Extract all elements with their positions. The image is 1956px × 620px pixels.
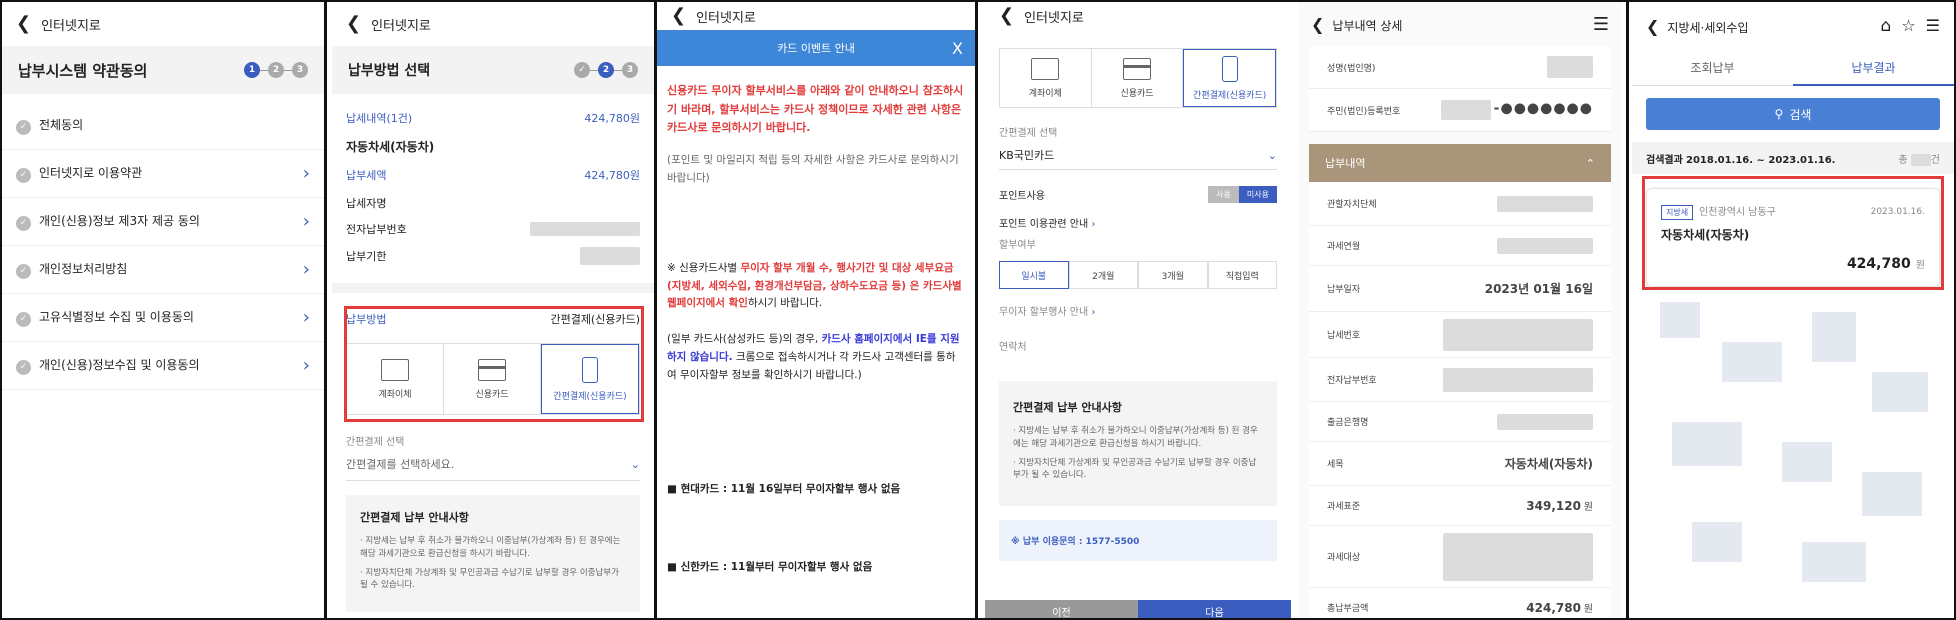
back-icon[interactable]: ❮ [16,15,31,33]
install-option[interactable]: 3개월 [1138,261,1208,289]
menu-icon[interactable]: ☰ [1926,16,1940,35]
page-title: 납부시스템 약관동의 [18,61,148,80]
tab-inquiry[interactable]: 조회납부 [1632,50,1793,86]
check-icon[interactable]: ✓ [16,359,31,375]
method-options: 계좌이체 신용카드 간편결제(신용카드) [999,48,1277,108]
section-header[interactable]: 납부내역 ⌃ [1309,144,1611,182]
point-guide-link[interactable]: 포인트 이용관련 안내 [999,219,1088,230]
panel-payment-method: ❮ 인터넷지로 납부방법 선택 ✓ 2 3 납세내역(1건) 424,780원 자동차세… [332,2,654,618]
chevron-right-icon[interactable]: › [303,356,310,375]
panel-easy-pay: ❮ 인터넷지로 계좌이체 신용카드 간편결제(신용카드) 간편결제 선택 KB국민… [985,2,1291,618]
installment-options: 일시불 2개월 3개월 직접입력 [999,261,1277,289]
terms-item[interactable]: ✓ 인터넷지로 이용약관 › [2,150,324,198]
chevron-right-icon[interactable]: › [303,260,310,279]
panel-card-event: ❮ 인터넷지로 카드 이벤트 안내 X 신용카드 무이자 할부서비스를 아래와 같이… [657,2,975,618]
check-icon[interactable]: ✓ [16,215,31,231]
star-icon[interactable]: ☆ [1901,16,1915,35]
chevron-right-icon[interactable]: › [303,308,310,327]
install-option[interactable]: 2개월 [1068,261,1138,289]
search-icon: ⚲ [1774,107,1784,121]
check-icon[interactable]: ✓ [16,119,31,135]
notice-box: 간편결제 납부 안내사항 · 지방세는 납부 후 취소가 불가하오니 이중납부(… [999,381,1277,506]
install-option[interactable]: 직접입력 [1207,261,1277,289]
home-icon[interactable]: ⌂ [1881,16,1892,36]
phone-icon [1221,55,1238,82]
step-2: 2 [268,62,284,78]
step-1: 1 [244,62,260,78]
install-option[interactable]: 일시불 [999,261,1069,289]
transfer-icon [1031,57,1060,80]
modal-header: 카드 이벤트 안내 X [657,30,975,66]
header: ❮ 인터넷지로 [346,13,431,34]
back-icon[interactable]: ❮ [999,7,1014,25]
header: ❮ 인터넷지로 [2,2,324,46]
tax-name: 자동차세(자동차) [346,140,435,154]
inquiry-box: ※ 납부 이용문의 : 1577-5500 [999,520,1277,561]
page-title: 납부방법 선택 [348,63,431,79]
page-title-bar: 납부시스템 약관동의 1 2 3 [2,46,324,94]
panel-payment-result: ❮ 지방세·세외수입 ⌂ ☆ ☰ 조회납부 납부결과 ⚲ 검색 검색결과 2018.01… [1632,2,1954,618]
chevron-down-icon[interactable]: ⌄ [631,458,640,471]
option-transfer[interactable]: 계좌이체 [1000,49,1092,107]
back-icon[interactable]: ❮ [671,7,686,25]
back-icon[interactable]: ❮ [346,15,361,33]
highlight-box [1642,176,1944,290]
header: ❮ 인터넷지로 [671,5,756,26]
result-tabs: 조회납부 납부결과 [1632,50,1954,86]
highlight-box [344,306,644,422]
notice-box: 간편결제 납부 안내사항 · 지방세는 납부 후 취소가 불가하오니 이중납부(… [346,495,640,612]
panel-payment-detail: ❮ 납부내역 상세 ☰ 성명(법인명) 주민(법인)등록번호 -●●●●●●● 납… [1299,2,1621,618]
screenshot-collage: ❮ 인터넷지로 납부시스템 약관동의 1 2 3 ✓ 전체동의 ✓ 인터넷지로 이용약… [0,0,1956,620]
prev-button[interactable]: 이전 [985,600,1138,618]
header-title: 인터넷지로 [41,18,101,34]
easy-pay-select[interactable]: 간편결제를 선택하세요. ⌄ [346,456,640,481]
tab-result[interactable]: 납부결과 [1793,50,1954,86]
step-indicator: 1 2 3 [244,62,308,78]
point-toggle[interactable]: 사용 미사용 [1208,186,1277,203]
check-icon[interactable]: ✓ [16,263,31,279]
card-icon [1123,57,1151,80]
option-credit-card[interactable]: 신용카드 [1092,49,1184,107]
back-icon[interactable]: ❮ [1646,17,1659,36]
chevron-right-icon[interactable]: › [303,212,310,231]
back-icon[interactable]: ❮ [1311,15,1324,34]
terms-item[interactable]: ✓ 개인정보처리방침 › [2,246,324,294]
menu-icon[interactable]: ☰ [1593,14,1609,35]
step-3: 3 [292,62,308,78]
check-icon[interactable]: ✓ [16,311,31,327]
close-icon[interactable]: X [952,39,963,58]
chevron-down-icon[interactable]: ⌄ [1268,149,1277,162]
check-icon[interactable]: ✓ [16,167,31,183]
terms-item[interactable]: ✓ 고유식별정보 수집 및 이용동의 › [2,294,324,342]
terms-item[interactable]: ✓ 개인(신용)정보수집 및 이용동의 › [2,342,324,390]
option-easy-pay[interactable]: 간편결제(신용카드) [1183,49,1277,107]
terms-item[interactable]: ✓ 개인(신용)정보 제3자 제공 동의 › [2,198,324,246]
easy-pay-select[interactable]: KB국민카드 ⌄ [999,147,1277,170]
agree-all[interactable]: ✓ 전체동의 [2,102,324,150]
page-title-bar: 납부방법 선택 ✓ 2 3 [332,46,654,94]
no-interest-link[interactable]: 무이자 할부행사 안내 [999,307,1088,318]
chevron-up-icon[interactable]: ⌃ [1586,157,1595,170]
panel-terms: ❮ 인터넷지로 납부시스템 약관동의 1 2 3 ✓ 전체동의 ✓ 인터넷지로 이용약… [2,2,324,618]
chevron-right-icon[interactable]: › [303,164,310,183]
search-button[interactable]: ⚲ 검색 [1646,98,1940,130]
next-button[interactable]: 다음 [1138,600,1291,618]
header: ❮ 인터넷지로 [999,5,1084,26]
